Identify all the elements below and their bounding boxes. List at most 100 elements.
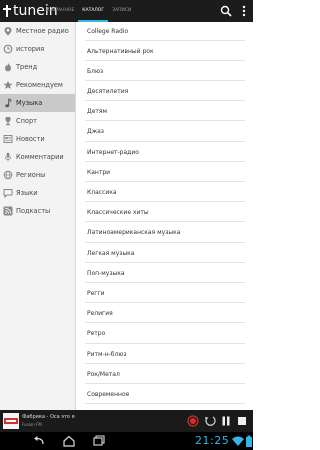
genre-label: Классика (87, 188, 117, 196)
back-icon[interactable] (32, 434, 46, 448)
list-item[interactable]: Легкая музыка (76, 244, 253, 262)
now-playing-title: Фабрика - Оса это я (22, 414, 75, 420)
list-item[interactable]: Религия (76, 304, 253, 322)
station-logo-icon (4, 418, 18, 424)
list-divider (85, 403, 245, 404)
list-divider (85, 161, 245, 162)
microphone-icon (5, 152, 11, 162)
genre-label: Латиноамериканская музыка (87, 228, 181, 236)
list-item[interactable]: Альтернативный рок (76, 42, 253, 60)
list-divider (85, 201, 245, 202)
home-icon[interactable] (62, 434, 76, 448)
tab-recordings[interactable]: ЗАПИСИ (108, 0, 135, 22)
genre-label: Ретро (87, 329, 106, 337)
sidebar-item-podcasts[interactable]: Подкасты (0, 202, 75, 220)
sidebar-item-talk[interactable]: Комментарии (0, 148, 75, 166)
overflow-menu-icon[interactable] (237, 4, 251, 18)
music-note-icon (5, 98, 12, 108)
sidebar-item-label: Языки (16, 189, 38, 197)
list-item[interactable]: Поп-музыка (76, 264, 253, 282)
pause-icon[interactable] (219, 414, 233, 428)
genre-label: Поп-музыка (87, 269, 125, 277)
sidebar-item-label: Регионы (16, 171, 46, 179)
genre-label: Детям (87, 107, 108, 115)
sidebar-item-local-radio[interactable]: Местное радио (0, 22, 75, 40)
list-divider (85, 363, 245, 364)
genre-label: Легкая музыка (87, 249, 135, 257)
trending-icon (5, 62, 11, 72)
record-icon[interactable] (186, 414, 200, 428)
list-item[interactable]: Регги (76, 284, 253, 302)
station-thumbnail (3, 413, 19, 429)
list-divider (85, 322, 245, 323)
sidebar-item-label: Тренд (16, 63, 38, 71)
list-divider (85, 141, 245, 142)
sidebar-item-label: Подкасты (16, 207, 51, 215)
genre-label: Регги (87, 289, 105, 297)
tab-catalog[interactable]: КАТАЛОГ (78, 0, 109, 22)
stop-icon[interactable] (235, 414, 249, 428)
list-item[interactable]: Ретро (76, 324, 253, 342)
news-icon (3, 135, 13, 143)
now-playing-bar[interactable]: Фабрика - Оса это я Fusion FM (0, 410, 253, 432)
list-item[interactable]: Классические хиты (76, 203, 253, 221)
globe-icon (3, 170, 13, 180)
genre-label: Альтернативный рок (87, 47, 154, 55)
list-item[interactable]: Ритм-н-блюз (76, 345, 253, 363)
genre-label: College Radio (87, 27, 129, 35)
system-navigation-bar: 21:25 (0, 432, 253, 450)
recent-apps-icon[interactable] (92, 434, 106, 448)
trophy-icon (5, 117, 11, 126)
list-divider (85, 100, 245, 101)
sidebar-item-languages[interactable]: Языки (0, 184, 75, 202)
list-divider (85, 120, 245, 121)
sidebar-item-label: Местное радио (16, 27, 69, 35)
genre-label: Блюз (87, 67, 104, 75)
sidebar-item-label: Комментарии (16, 153, 64, 161)
search-icon[interactable] (219, 4, 233, 18)
list-divider (85, 242, 245, 243)
list-item[interactable]: Детям (76, 102, 253, 120)
sidebar-item-regions[interactable]: Регионы (0, 166, 75, 184)
list-item[interactable]: Классика (76, 183, 253, 201)
genre-label: Современное (87, 390, 130, 398)
genre-label: Ритм-н-блюз (87, 350, 127, 358)
speech-bubble-icon (3, 189, 13, 198)
list-item[interactable]: College Radio (76, 22, 253, 40)
list-divider (85, 221, 245, 222)
star-icon (3, 80, 13, 89)
location-pin-icon (4, 27, 12, 36)
tab-favorites[interactable]: ИЗБРАННОЕ (42, 0, 78, 22)
genre-label: Кантри (87, 168, 111, 176)
sidebar-item-label: Музыка (16, 99, 43, 107)
list-item[interactable]: Блюз (76, 62, 253, 80)
list-item[interactable]: Латиноамериканская музыка (76, 223, 253, 241)
list-item[interactable]: Интернет-радио (76, 143, 253, 161)
sidebar-item-sport[interactable]: Спорт (0, 112, 75, 130)
sidebar-item-label: Спорт (16, 117, 37, 125)
sidebar-item-music[interactable]: Музыка (0, 94, 75, 112)
list-item[interactable]: Современное (76, 385, 253, 403)
list-divider (85, 282, 245, 283)
list-divider (85, 262, 245, 263)
status-clock: 21:25 (195, 434, 230, 447)
sidebar-item-news[interactable]: Новости (0, 130, 75, 148)
now-playing-station: Fusion FM (22, 422, 42, 427)
sidebar-item-trending[interactable]: Тренд (0, 58, 75, 76)
history-clock-icon (3, 44, 13, 54)
list-item[interactable]: Кантри (76, 163, 253, 181)
list-item[interactable]: Джаз (76, 122, 253, 140)
sidebar-item-recommended[interactable]: Рекомендуем (0, 76, 75, 94)
sidebar-item-label: история (16, 45, 45, 53)
rss-icon (3, 206, 13, 216)
list-item[interactable]: Десятилетия (76, 82, 253, 100)
list-item[interactable]: Рок/Метал (76, 365, 253, 383)
sidebar-item-history[interactable]: история (0, 40, 75, 58)
rewind-icon[interactable] (203, 414, 217, 428)
list-divider (85, 343, 245, 344)
genre-label: Классические хиты (87, 208, 149, 216)
list-divider (85, 181, 245, 182)
tunein-logo-icon (3, 5, 11, 17)
genre-label: Десятилетия (87, 87, 129, 95)
list-divider (85, 60, 245, 61)
